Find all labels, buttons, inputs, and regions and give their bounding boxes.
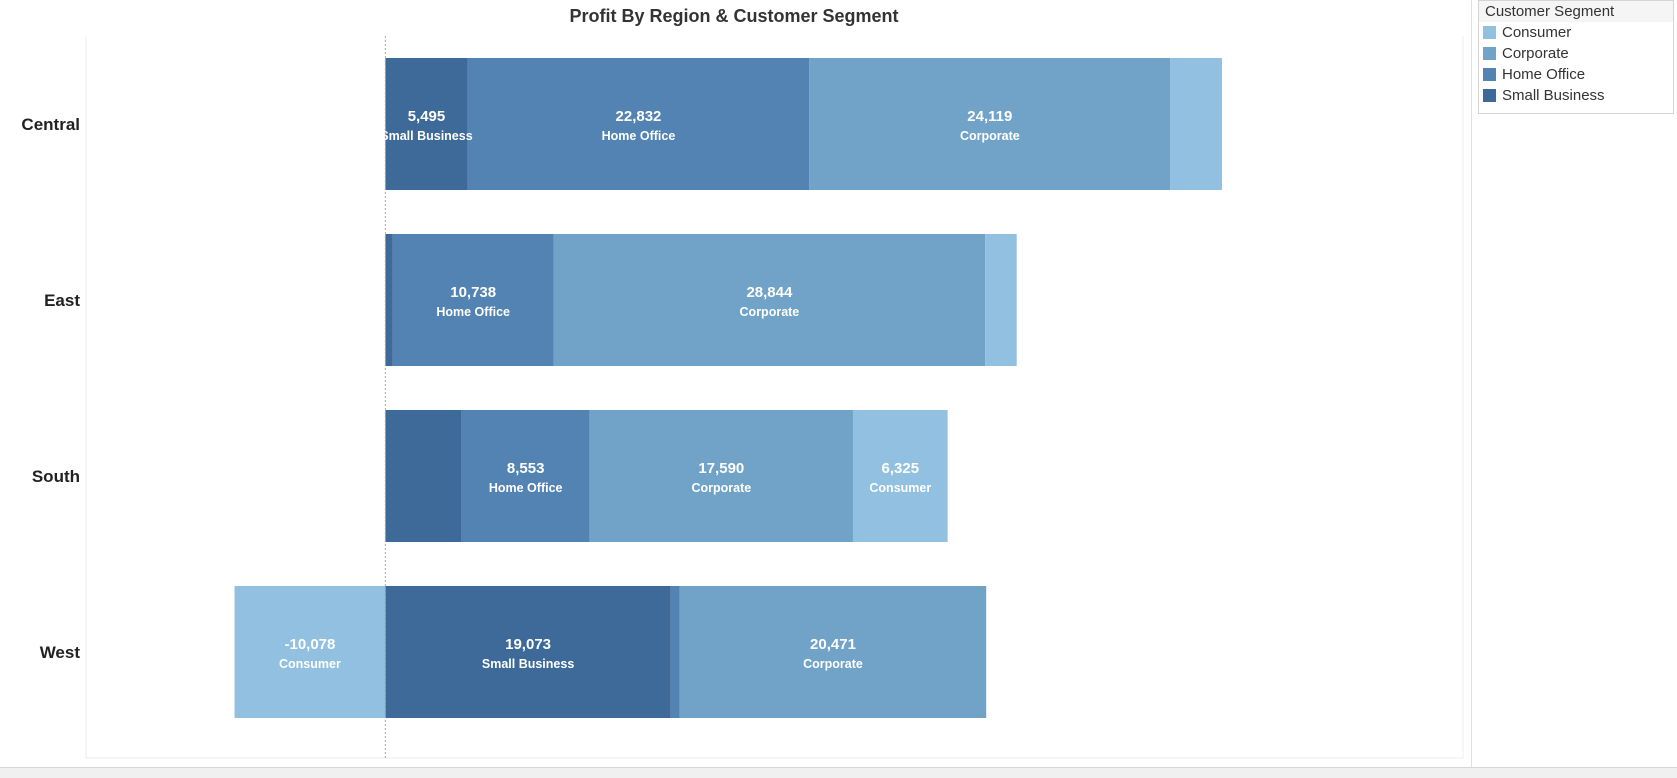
legend-label-consumer: Consumer: [1502, 24, 1572, 41]
legend-item-corporate[interactable]: Corporate: [1479, 43, 1673, 64]
legend-label-home-office: Home Office: [1502, 66, 1586, 83]
data-label-segment-south-corporate: Corporate: [691, 481, 751, 495]
data-label-segment-east-corporate: Corporate: [740, 305, 800, 319]
legend-swatch-home-office: [1483, 68, 1496, 81]
legend: Customer Segment Consumer Corporate Home…: [1478, 0, 1674, 114]
data-label-segment-west-corporate: Corporate: [803, 657, 863, 671]
data-label-segment-east-home-office: Home Office: [436, 305, 510, 319]
data-label-segment-central-home-office: Home Office: [602, 129, 676, 143]
legend-item-home-office[interactable]: Home Office: [1479, 64, 1673, 85]
data-label-value-east-home-office: 10,738: [450, 284, 496, 301]
data-label-segment-south-home-office: Home Office: [489, 481, 563, 495]
legend-item-small-business[interactable]: Small Business: [1479, 85, 1673, 106]
legend-label-corporate: Corporate: [1502, 45, 1569, 62]
bar-segments: [234, 58, 1222, 718]
region-label-south: South: [32, 467, 80, 486]
region-label-central: Central: [21, 115, 80, 134]
data-label-value-west-consumer: -10,078: [284, 636, 335, 653]
bar-segment-east-consumer[interactable]: [985, 234, 1017, 366]
bar-segment-east-small-business[interactable]: [385, 234, 393, 366]
region-labels: Central East South West: [21, 115, 80, 662]
legend-swatch-corporate: [1483, 47, 1496, 60]
legend-item-consumer[interactable]: Consumer: [1479, 22, 1673, 43]
data-label-segment-west-consumer: Consumer: [279, 657, 341, 671]
data-label-value-central-small-business: 5,495: [408, 108, 446, 125]
data-label-segment-central-small-business: Small Business: [380, 129, 472, 143]
data-label-value-central-corporate: 24,119: [967, 108, 1012, 125]
region-label-east: East: [44, 291, 80, 310]
bar-segment-west-home-office[interactable]: [670, 586, 680, 718]
bar-chart-plot: 5,495 Small Business 22,832 Home Office 24,1…: [21, 36, 1464, 759]
region-label-west: West: [40, 643, 81, 662]
legend-title: Customer Segment: [1479, 1, 1673, 22]
data-label-segment-south-consumer: Consumer: [869, 481, 931, 495]
bar-segment-south-small-business[interactable]: [385, 410, 462, 542]
bottom-tab-bar: [0, 767, 1677, 778]
data-label-value-south-consumer: 6,325: [882, 460, 920, 477]
data-label-value-south-corporate: 17,590: [698, 460, 744, 477]
data-label-value-south-home-office: 8,553: [507, 460, 545, 477]
legend-swatch-small-business: [1483, 89, 1496, 102]
legend-swatch-consumer: [1483, 26, 1496, 39]
data-label-value-central-home-office: 22,832: [616, 108, 662, 125]
data-label-segment-central-corporate: Corporate: [960, 129, 1020, 143]
data-label-value-east-corporate: 28,844: [746, 284, 793, 301]
side-panel-divider: [1471, 0, 1472, 767]
legend-label-small-business: Small Business: [1502, 87, 1605, 104]
data-label-segment-west-small-business: Small Business: [482, 657, 574, 671]
bar-segment-central-consumer[interactable]: [1170, 58, 1222, 190]
data-label-value-west-small-business: 19,073: [505, 636, 551, 653]
data-label-value-west-corporate: 20,471: [810, 636, 856, 653]
